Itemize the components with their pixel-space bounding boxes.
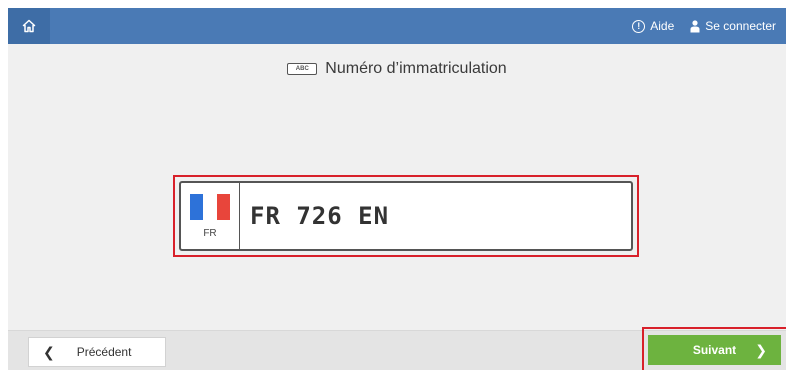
next-button[interactable]: Suivant ❯ <box>648 335 781 365</box>
license-plate-icon: ABC <box>287 63 318 75</box>
next-label: Suivant <box>692 343 737 357</box>
chevron-left-icon: ❮ <box>43 343 55 360</box>
previous-button[interactable]: ❮ Précédent <box>28 337 166 367</box>
home-button[interactable] <box>8 8 50 44</box>
login-label: Se connecter <box>705 19 776 33</box>
country-code: FR <box>203 227 217 239</box>
bottom-bar: ❮ Précédent Suivant ❯ <box>8 327 786 370</box>
page-title-text: Numéro d’immatriculation <box>325 60 507 77</box>
previous-label: Précédent <box>76 345 132 359</box>
home-icon <box>22 19 36 33</box>
help-circle-icon: ! <box>632 19 646 33</box>
france-flag-icon <box>190 193 230 220</box>
user-icon <box>690 19 700 32</box>
top-right-links: ! Aide Se connecter <box>632 8 776 44</box>
login-link[interactable]: Se connecter <box>690 19 776 33</box>
next-highlight: Suivant ❯ <box>642 327 786 370</box>
app-window: ! Aide Se connecter ABC Numéro d’immatri… <box>8 8 786 370</box>
help-label: Aide <box>650 19 675 33</box>
chevron-right-icon: ❯ <box>755 342 767 358</box>
help-link[interactable]: ! Aide <box>632 19 674 33</box>
license-plate: FR <box>179 181 633 251</box>
plate-highlight: FR <box>173 175 639 257</box>
plate-number-input[interactable] <box>240 183 631 249</box>
top-bar: ! Aide Se connecter <box>8 8 786 44</box>
page-title: ABC Numéro d’immatriculation <box>8 60 786 78</box>
country-badge: FR <box>181 183 240 249</box>
